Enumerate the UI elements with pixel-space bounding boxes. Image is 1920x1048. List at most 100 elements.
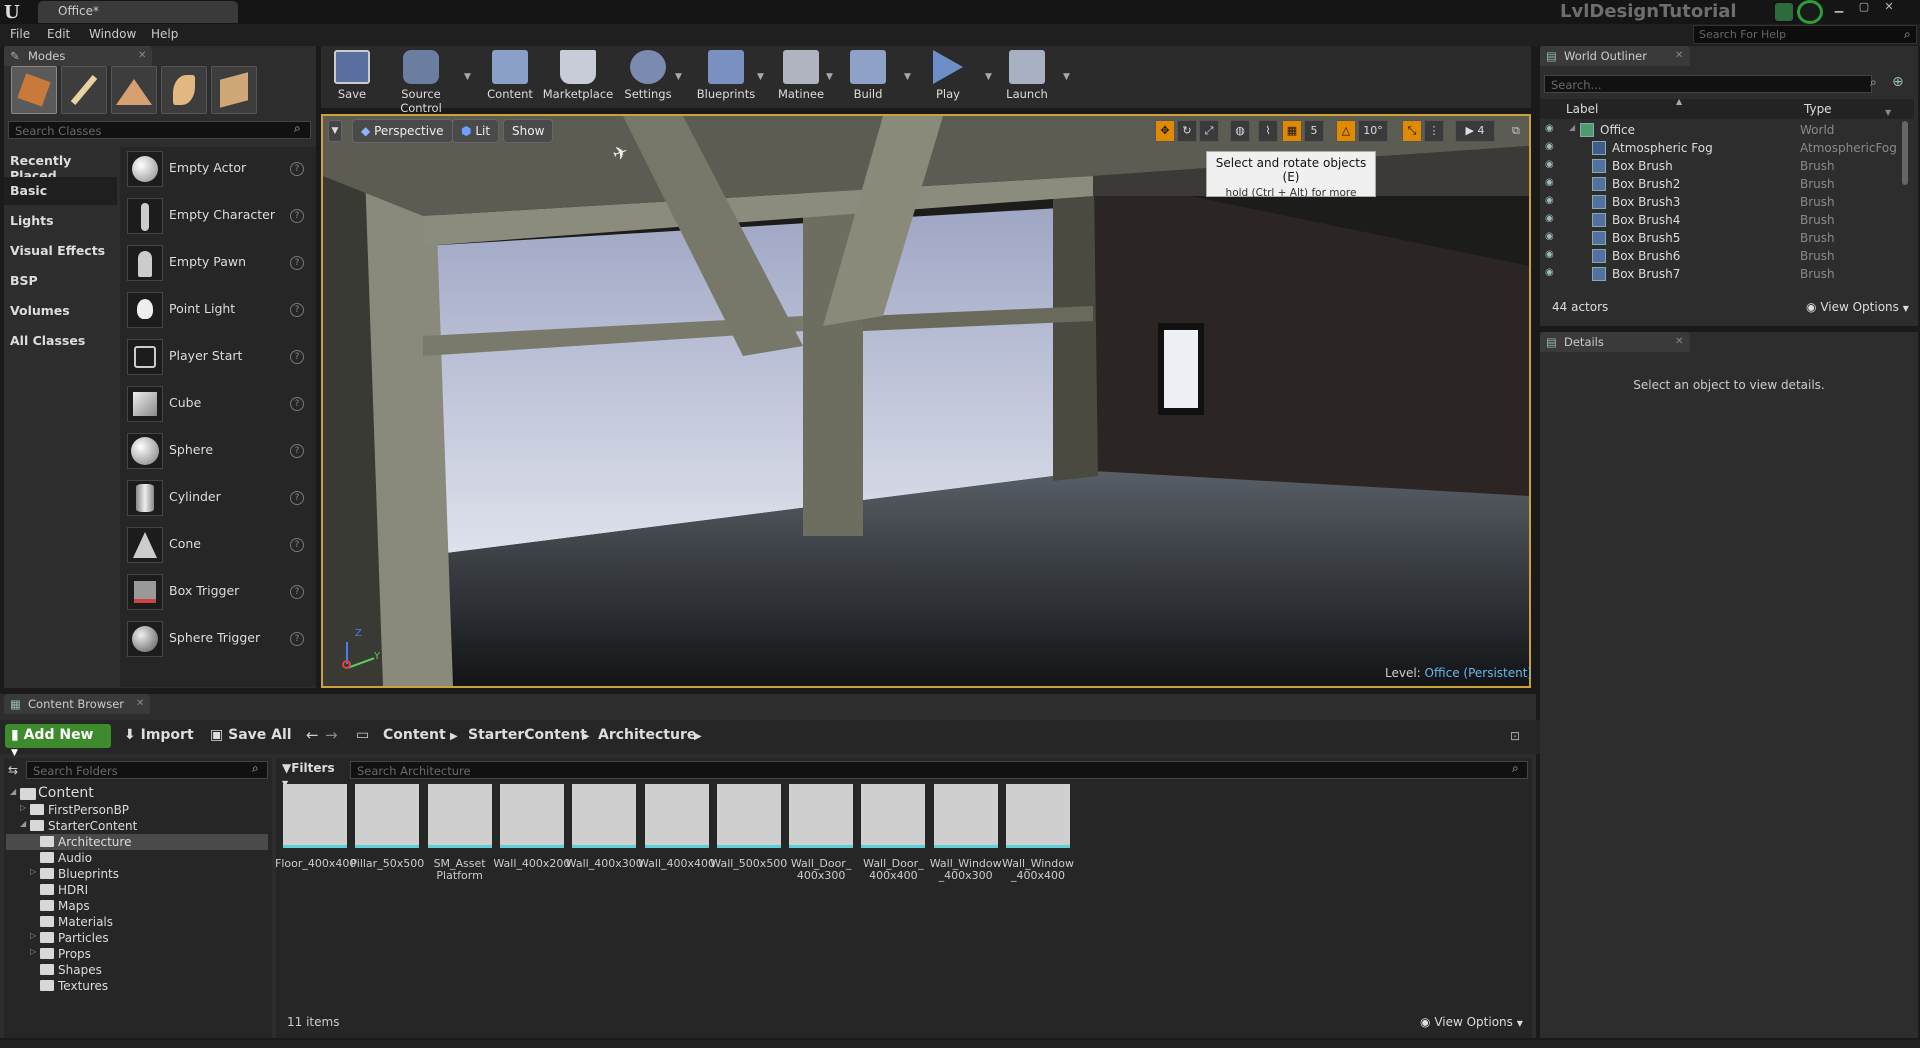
import-button[interactable]: ⬇ Import: [124, 727, 194, 743]
paint-mode-button[interactable]: [61, 66, 107, 114]
expand-icon[interactable]: ▷: [20, 803, 26, 812]
collapse-icon[interactable]: ◢: [20, 819, 26, 828]
sources-toggle-icon[interactable]: ⇆: [8, 763, 18, 777]
expand-icon[interactable]: ▷: [30, 947, 36, 956]
marketplace-button[interactable]: Marketplace: [542, 48, 614, 106]
breadcrumb-separator-icon[interactable]: ▶: [450, 731, 458, 742]
chevron-down-icon[interactable]: ▼: [1063, 72, 1070, 82]
close-icon[interactable]: ✕: [136, 698, 144, 709]
help-icon[interactable]: ?: [290, 303, 304, 317]
close-icon[interactable]: ✕: [1878, 0, 1900, 14]
maximize-icon[interactable]: ▢: [1853, 0, 1875, 14]
add-filter-icon[interactable]: ⊕: [1892, 74, 1904, 90]
geometry-mode-button[interactable]: [211, 66, 257, 114]
breadcrumb-architecture[interactable]: Architecture: [598, 727, 696, 743]
close-icon[interactable]: ✕: [1675, 336, 1683, 347]
grid-size-value[interactable]: 5: [1304, 120, 1324, 142]
content-view-options-button[interactable]: ◉ View Options ▼: [1420, 1015, 1523, 1029]
eye-icon[interactable]: ◉: [1545, 231, 1559, 243]
help-search-input[interactable]: Search For Help: [1693, 25, 1917, 44]
eye-icon[interactable]: ◉: [1545, 267, 1559, 279]
folder-row[interactable]: Audio: [6, 850, 268, 866]
category-volumes[interactable]: Volumes: [4, 297, 117, 325]
help-icon[interactable]: ?: [290, 209, 304, 223]
help-icon[interactable]: ?: [290, 491, 304, 505]
help-icon[interactable]: ?: [290, 538, 304, 552]
blueprints-button[interactable]: Blueprints: [695, 48, 757, 106]
help-icon[interactable]: ?: [290, 397, 304, 411]
place-item-empty-pawn[interactable]: Empty Pawn?: [125, 240, 315, 287]
outliner-row-box-brush4[interactable]: ◉ Box Brush4 Brush: [1540, 211, 1918, 229]
level-viewport[interactable]: [321, 114, 1531, 688]
close-icon[interactable]: ✕: [138, 50, 146, 61]
search-architecture-input[interactable]: Search Architecture: [350, 761, 1528, 779]
eye-icon[interactable]: ◉: [1545, 123, 1559, 135]
outliner-row-fog[interactable]: ◉ Atmospheric Fog AtmosphericFog: [1540, 139, 1918, 157]
content-button[interactable]: Content: [480, 48, 540, 106]
outliner-col-label[interactable]: Label: [1566, 102, 1598, 116]
asset-tile[interactable]: Wall_400x300: [566, 784, 643, 884]
menu-file[interactable]: File: [10, 27, 30, 41]
category-basic[interactable]: Basic: [4, 177, 117, 205]
place-item-empty-actor[interactable]: Empty Actor?: [125, 146, 315, 193]
place-item-cube[interactable]: Cube?: [125, 381, 315, 428]
document-tab[interactable]: Office*: [38, 1, 238, 23]
asset-tile[interactable]: Wall_Door_ 400x400: [861, 784, 926, 884]
help-icon[interactable]: ?: [290, 162, 304, 176]
surface-snap-icon[interactable]: ⌇: [1258, 120, 1278, 142]
breadcrumb-startercontent[interactable]: StarterContent: [468, 727, 587, 743]
minimize-icon[interactable]: ▁: [1828, 0, 1850, 14]
outliner-col-type[interactable]: Type: [1804, 102, 1832, 116]
menu-help[interactable]: Help: [151, 27, 178, 41]
chevron-down-icon[interactable]: ▼: [904, 72, 911, 82]
outliner-scrollbar[interactable]: [1902, 121, 1908, 185]
camera-speed-button[interactable]: ▶ 4: [1455, 120, 1495, 142]
outliner-search-input[interactable]: Search...: [1544, 75, 1872, 93]
eye-icon[interactable]: ◉: [1545, 213, 1559, 225]
folder-row[interactable]: ▷ FirstPersonBP: [6, 802, 268, 818]
help-icon[interactable]: ?: [290, 585, 304, 599]
breadcrumb-content[interactable]: Content: [383, 727, 446, 743]
asset-tile[interactable]: Pillar_50x500: [350, 784, 424, 884]
maximize-viewport-icon[interactable]: ⧉: [1512, 124, 1520, 138]
foliage-mode-button[interactable]: [161, 66, 207, 114]
asset-tile[interactable]: Wall_400x400: [638, 784, 715, 884]
place-item-sphere-trigger[interactable]: Sphere Trigger?: [125, 616, 315, 663]
breadcrumb-separator-icon[interactable]: ▶: [582, 731, 590, 742]
eye-icon[interactable]: ◉: [1545, 177, 1559, 189]
search-classes-input[interactable]: Search Classes: [8, 121, 311, 139]
asset-tile[interactable]: Wall_500x500: [710, 784, 787, 884]
eye-icon[interactable]: ◉: [1545, 249, 1559, 261]
menu-edit[interactable]: Edit: [47, 27, 70, 41]
viewport-options-button[interactable]: ▼: [328, 120, 342, 142]
help-icon[interactable]: ?: [290, 350, 304, 364]
place-item-box-trigger[interactable]: Box Trigger?: [125, 569, 315, 616]
help-icon[interactable]: ?: [290, 256, 304, 270]
place-item-player-start[interactable]: Player Start?: [125, 334, 315, 381]
rotation-snap-value[interactable]: 10°: [1358, 120, 1388, 142]
launch-button[interactable]: Launch: [997, 48, 1057, 106]
collapse-icon[interactable]: ◢: [10, 787, 16, 796]
chevron-down-icon[interactable]: ▼: [1885, 108, 1891, 117]
expand-icon[interactable]: ▷: [30, 931, 36, 940]
lock-icon[interactable]: ⊡: [1510, 729, 1520, 743]
eye-icon[interactable]: ◉: [1545, 159, 1559, 171]
save-button[interactable]: Save: [322, 48, 382, 106]
chevron-down-icon[interactable]: ▼: [826, 72, 833, 82]
world-space-icon[interactable]: ◍: [1230, 120, 1250, 142]
add-new-button[interactable]: ▮ Add New ▼: [5, 724, 111, 758]
folder-row[interactable]: Textures: [6, 978, 268, 994]
save-all-button[interactable]: ▣ Save All: [210, 727, 292, 743]
asset-tile[interactable]: Wall_Window _400x400: [1002, 784, 1074, 884]
folder-row[interactable]: Shapes: [6, 962, 268, 978]
translate-tool-icon[interactable]: ✥: [1155, 120, 1175, 142]
place-item-empty-character[interactable]: Empty Character?: [125, 193, 315, 240]
perspective-button[interactable]: ◆ Perspective: [352, 119, 453, 143]
collapse-icon[interactable]: ◢: [1569, 123, 1575, 132]
folder-row[interactable]: ◢ Content: [6, 785, 268, 802]
outliner-row-box-brush7[interactable]: ◉ Box Brush7 Brush: [1540, 265, 1918, 283]
folder-row[interactable]: ▷ Blueprints: [6, 866, 268, 882]
help-icon[interactable]: ?: [290, 444, 304, 458]
filters-button[interactable]: ▼Filters ▼: [282, 761, 344, 788]
outliner-row-box-brush5[interactable]: ◉ Box Brush5 Brush: [1540, 229, 1918, 247]
